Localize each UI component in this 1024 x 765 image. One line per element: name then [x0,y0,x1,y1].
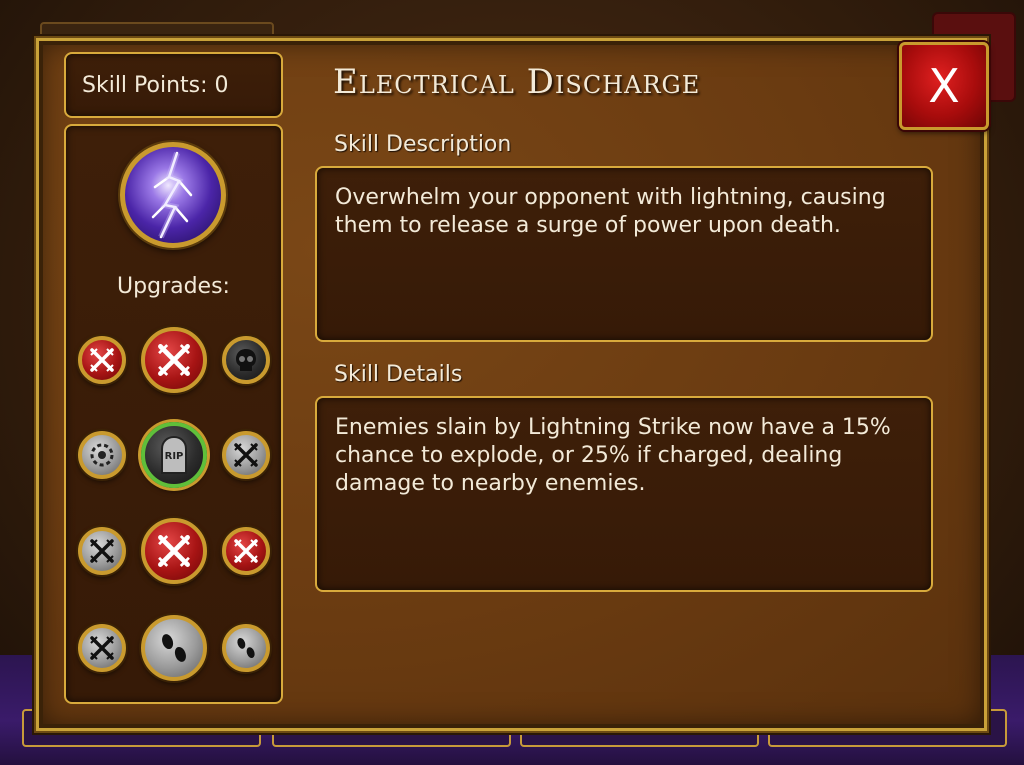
close-icon: X [928,59,960,113]
upgrade-node-footprints-icon[interactable] [222,624,270,672]
upgrade-node-crossed-swords-icon[interactable] [141,518,207,584]
upgrade-node-target-icon[interactable] [78,431,126,479]
upgrade-node-crossed-swords-icon[interactable] [222,431,270,479]
details-text: Enemies slain by Lightning Strike now ha… [335,415,891,496]
upgrade-node-crossed-swords-icon[interactable] [78,624,126,672]
upgrade-node-crossed-swords-icon[interactable] [222,527,270,575]
close-button[interactable]: X [899,42,989,130]
upgrade-node-crossed-swords-icon[interactable] [78,336,126,384]
description-text: Overwhelm your opponent with lightning, … [335,185,886,238]
skill-points-label: Skill Points: 0 [82,72,229,98]
upgrade-node-crossed-swords-icon[interactable] [78,527,126,575]
details-heading: Skill Details [334,362,463,387]
skill-points-box: Skill Points: 0 [64,52,283,118]
lightning-orb-icon [120,142,226,248]
details-box: Enemies slain by Lightning Strike now ha… [315,396,933,592]
upgrade-node-skull-icon[interactable] [222,336,270,384]
upgrade-node-crossed-swords-icon[interactable] [141,327,207,393]
upgrade-node-tombstone-icon[interactable]: RIP [141,422,207,488]
skill-title: Electrical Discharge [333,62,701,102]
upgrade-node-footprints-icon[interactable] [141,615,207,681]
tombstone-text: RIP [165,451,184,462]
upgrades-label: Upgrades: [117,274,230,299]
description-heading: Skill Description [334,132,512,157]
description-box: Overwhelm your opponent with lightning, … [315,166,933,342]
